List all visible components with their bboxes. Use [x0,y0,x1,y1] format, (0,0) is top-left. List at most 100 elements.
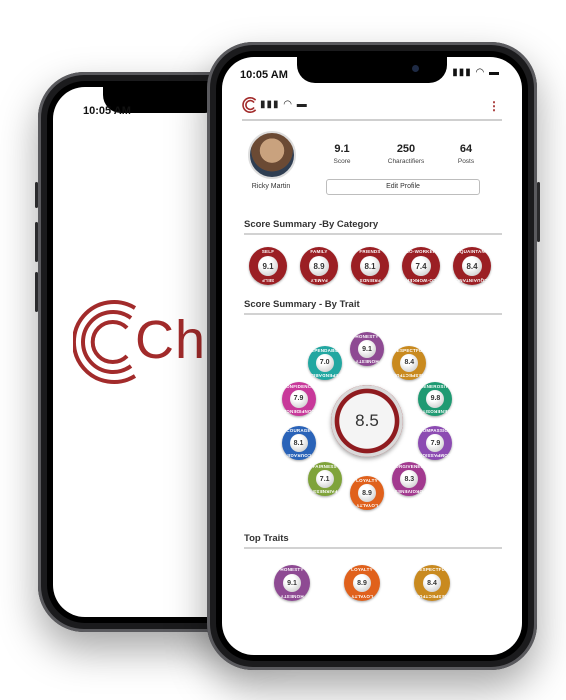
app-logo-icon[interactable] [242,97,258,113]
front-phone-notch [297,57,447,83]
overall-score-badge[interactable]: 8.5 [331,385,403,457]
top-trait-badge[interactable]: LOYALTY 8.9 LOYALTY [344,565,380,601]
stat-charactifiers[interactable]: 250 Charactifiers [376,143,436,165]
top-trait-badge[interactable]: RESPECTFUL 8.4 RESPECTFUL [414,565,450,601]
badge-label: RESPECTFUL [393,347,426,353]
badge-label: HONESTY [355,334,379,339]
badge-label-mirror: RESPECTFUL [416,594,449,599]
badge-score: 9.1 [258,256,278,276]
badge-label-mirror: CO-WORKER [405,278,437,283]
trait-badge[interactable]: COURAGE 8.1 COURAGE [281,426,316,461]
badge-label-mirror: RESPECTFUL [393,372,426,378]
badge-score: 8.4 [423,574,441,592]
badge-score: 8.9 [309,256,329,276]
badge-label: FORGIVENESS [392,464,428,470]
category-badge[interactable]: SELF 9.1 SELF [249,247,287,285]
badge-score: 8.4 [462,256,482,276]
badge-label-mirror: HONESTY [280,594,304,599]
trait-badge[interactable]: DEPENDABILITY 7.0 DEPENDABILITY [302,345,347,380]
top-traits-title: Top Traits [244,533,502,549]
badge-score: 7.0 [315,353,334,372]
power-button [537,182,540,242]
profile-header: Ricky Martin 9.1 Score 250 Charactifiers… [242,127,502,217]
app-bar: ▮▮▮ ◠ ▬ ⋮ [242,95,502,121]
badge-label-mirror: FORGIVENESS [391,489,427,495]
badge-score: 7.9 [426,434,445,453]
badge-label: GENEROSITY [419,383,452,389]
badge-label-mirror: SELF [261,278,275,283]
badge-label-mirror: HONESTY [355,359,379,364]
category-badge[interactable]: FAMILY 8.9 FAMILY [300,247,338,285]
badge-label: CONFIDENCE [282,383,315,389]
stat-label: Charactifiers [387,158,425,165]
trait-badge[interactable]: LOYALTY 8.9 LOYALTY [350,476,384,510]
charactify-logo-icon [73,300,137,384]
badge-label: ACQUAINTANCES [453,249,495,254]
badge-score: 8.1 [360,256,380,276]
status-icons: ▮▮▮ ◠ ▬ [452,67,500,78]
badge-label-mirror: CONFIDENCE [282,408,315,414]
badge-label: FAMILY [310,249,328,254]
profile-name: Ricky Martin [251,183,291,190]
badge-label-mirror: COMPASSION [419,453,452,459]
volume-down-button [35,272,38,312]
stat-label: Score [333,158,351,165]
badge-label: RESPECTFUL [415,567,448,572]
edit-profile-button[interactable]: Edit Profile [326,179,480,195]
stat-value: 250 [396,143,416,155]
overall-score-value: 8.5 [355,411,379,430]
top-trait-badge[interactable]: HONESTY 9.1 HONESTY [274,565,310,601]
avatar[interactable] [248,131,296,179]
badge-label: CO-WORKER [405,249,437,254]
trait-badge[interactable]: COMPASSION 7.9 COMPASSION [418,426,453,461]
badge-label-mirror: LOYALTY [351,594,373,599]
badge-label-mirror: LOYALTY [356,503,378,508]
trait-badge[interactable]: FORGIVENESS 8.3 FORGIVENESS [391,462,428,497]
status-time: 10:05 AM [240,69,288,81]
badge-label: FRIENDS [359,249,381,254]
badge-score: 9.1 [283,574,301,592]
badge-label: COURAGE [286,428,311,434]
badge-score: 8.1 [289,434,308,453]
badge-label: FAIRNESS [312,464,337,470]
stat-label: Posts [457,158,475,165]
trait-section-title: Score Summary - By Trait [244,299,502,315]
badge-label: LOYALTY [356,478,378,483]
stat-value: 64 [459,143,473,155]
trait-badge[interactable]: RESPECTFUL 8.4 RESPECTFUL [392,345,427,380]
badge-label: DEPENDABILITY [307,347,347,353]
trait-badge[interactable]: HONESTY 9.1 HONESTY [350,332,384,366]
stat-posts[interactable]: 64 Posts [436,143,496,165]
badge-score: 9.1 [358,340,376,358]
badge-label: COMPASSION [419,428,452,434]
status-time: 10:05 AM [83,105,131,117]
trait-badge[interactable]: FAIRNESS 7.1 FAIRNESS [307,462,342,497]
front-phone-screen: 10:05 AM ▮▮▮ ◠ ▬ ▮▮▮ ◠ ▬ ⋮ Ricky Martin … [222,57,522,655]
badge-label-mirror: DEPENDABILITY [302,372,342,378]
category-section-title: Score Summary -By Category [244,219,502,235]
badge-score: 8.3 [400,470,419,489]
badge-score: 7.1 [315,470,334,489]
badge-score: 7.4 [411,256,431,276]
more-menu-icon[interactable]: ⋮ [488,99,500,113]
badge-score: 9.8 [426,389,445,408]
trait-badge[interactable]: GENEROSITY 9.8 GENEROSITY [418,381,453,416]
badge-label-mirror: FAMILY [310,278,328,283]
badge-score: 8.9 [358,484,376,502]
category-badge[interactable]: ACQUAINTANCES 8.4 ACQUAINTANCES [449,247,495,285]
badge-label-mirror: COURAGE [286,453,311,459]
category-badge[interactable]: CO-WORKER 7.4 CO-WORKER [402,247,440,285]
mute-switch [35,182,38,208]
badge-score: 8.4 [400,353,419,372]
category-badge[interactable]: FRIENDS 8.1 FRIENDS [351,247,389,285]
app-status-icons: ▮▮▮ ◠ ▬ [260,99,308,110]
badge-label-mirror: ACQUAINTANCES [449,278,491,283]
badge-label-mirror: FAIRNESS [312,489,337,495]
badge-label-mirror: GENEROSITY [419,408,452,414]
badge-label-mirror: FRIENDS [359,278,381,283]
badge-label: SELF [261,249,275,254]
trait-badge[interactable]: CONFIDENCE 7.9 CONFIDENCE [281,381,316,416]
front-phone: 10:05 AM ▮▮▮ ◠ ▬ ▮▮▮ ◠ ▬ ⋮ Ricky Martin … [207,42,540,670]
stat-value: 9.1 [334,143,350,155]
front-camera-icon [412,65,419,72]
